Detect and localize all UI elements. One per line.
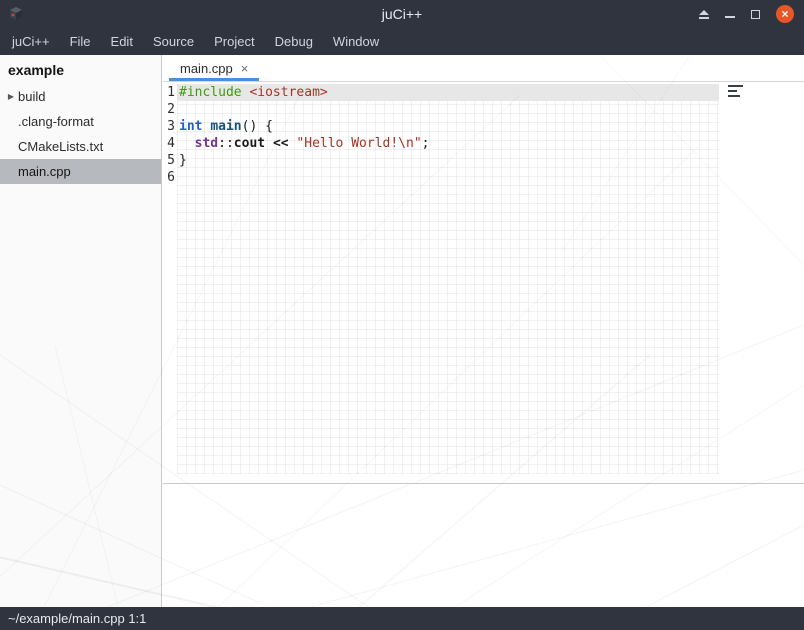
expand-triangle-icon[interactable]: ▶	[0, 92, 16, 101]
eject-icon	[699, 10, 709, 15]
line-number: 5	[163, 152, 177, 169]
code-lines[interactable]: #include <iostream>int main() { std::cou…	[179, 84, 719, 186]
tree-item-label: .clang-format	[16, 114, 94, 129]
menu-item-juci[interactable]: juCi++	[2, 28, 60, 55]
sidebar: example ▶build▶.clang-format▶CMakeLists.…	[0, 55, 162, 607]
tree-item-clang-format[interactable]: ▶.clang-format	[0, 109, 161, 134]
code-token: cout	[234, 136, 265, 151]
titlebar: juCi++ ×	[0, 0, 804, 28]
file-tree: ▶build▶.clang-format▶CMakeLists.txt▶main…	[0, 84, 161, 184]
code-token: #include	[179, 85, 242, 100]
tree-item-build[interactable]: ▶build	[0, 84, 161, 109]
code-token: "Hello World!\n"	[296, 136, 421, 151]
code-token: () {	[242, 119, 273, 134]
status-file-position: ~/example/main.cpp 1:1	[8, 611, 146, 626]
close-button[interactable]: ×	[776, 5, 794, 23]
code-token: std	[195, 136, 218, 151]
menu-item-edit[interactable]: Edit	[101, 28, 143, 55]
code-token: ;	[422, 136, 430, 151]
code-line[interactable]: }	[179, 152, 719, 169]
main-area: main.cpp× 123456 #include <iostream>int …	[163, 55, 804, 607]
tree-item-main-cpp[interactable]: ▶main.cpp	[0, 159, 161, 184]
restore-button[interactable]	[751, 10, 760, 19]
minimize-button[interactable]	[725, 10, 735, 18]
tab-label: main.cpp	[180, 61, 233, 76]
statusbar: ~/example/main.cpp 1:1	[0, 607, 804, 630]
tab-close-icon[interactable]: ×	[241, 61, 249, 76]
tree-item-label: main.cpp	[16, 164, 71, 179]
line-number: 2	[163, 101, 177, 118]
line-number: 6	[163, 169, 177, 186]
tree-item-label: CMakeLists.txt	[16, 139, 103, 154]
code-line[interactable]: std::cout << "Hello World!\n";	[179, 135, 719, 152]
tree-item-cmakelists-txt[interactable]: ▶CMakeLists.txt	[0, 134, 161, 159]
window-controls: ×	[699, 0, 794, 28]
window-title: juCi++	[0, 0, 804, 28]
code-token: main	[210, 119, 241, 134]
code-token	[265, 136, 273, 151]
minimize-icon	[725, 16, 735, 18]
code-overview-marks	[728, 85, 746, 100]
terminal-panel[interactable]	[163, 483, 804, 607]
content: example ▶build▶.clang-format▶CMakeLists.…	[0, 55, 804, 607]
line-number: 1	[163, 84, 177, 101]
line-number: 3	[163, 118, 177, 135]
menu-item-window[interactable]: Window	[323, 28, 389, 55]
code-token: <iostream>	[249, 85, 327, 100]
tabbar: main.cpp ×	[163, 55, 804, 82]
tree-item-label: build	[16, 89, 45, 104]
code-token: }	[179, 153, 187, 168]
restore-icon	[751, 10, 760, 19]
project-root-label[interactable]: example	[0, 55, 161, 84]
eject-button[interactable]	[699, 10, 709, 19]
code-token: int	[179, 119, 202, 134]
code-token	[179, 136, 195, 151]
menu-item-source[interactable]: Source	[143, 28, 204, 55]
code-line[interactable]	[179, 101, 719, 118]
code-token: ::	[218, 136, 234, 151]
editor[interactable]: 123456 #include <iostream>int main() { s…	[163, 82, 804, 483]
menu-item-file[interactable]: File	[60, 28, 101, 55]
close-icon: ×	[781, 6, 788, 23]
code-line[interactable]	[179, 169, 719, 186]
menubar: juCi++FileEditSourceProjectDebugWindow	[0, 28, 804, 55]
code-token: <<	[273, 136, 289, 151]
line-numbers: 123456	[163, 84, 177, 186]
menu-item-debug[interactable]: Debug	[265, 28, 323, 55]
tab-main-cpp[interactable]: main.cpp ×	[169, 55, 259, 81]
code-line[interactable]: #include <iostream>	[177, 84, 719, 101]
menu-item-project[interactable]: Project	[204, 28, 264, 55]
code-line[interactable]: int main() {	[179, 118, 719, 135]
line-number: 4	[163, 135, 177, 152]
